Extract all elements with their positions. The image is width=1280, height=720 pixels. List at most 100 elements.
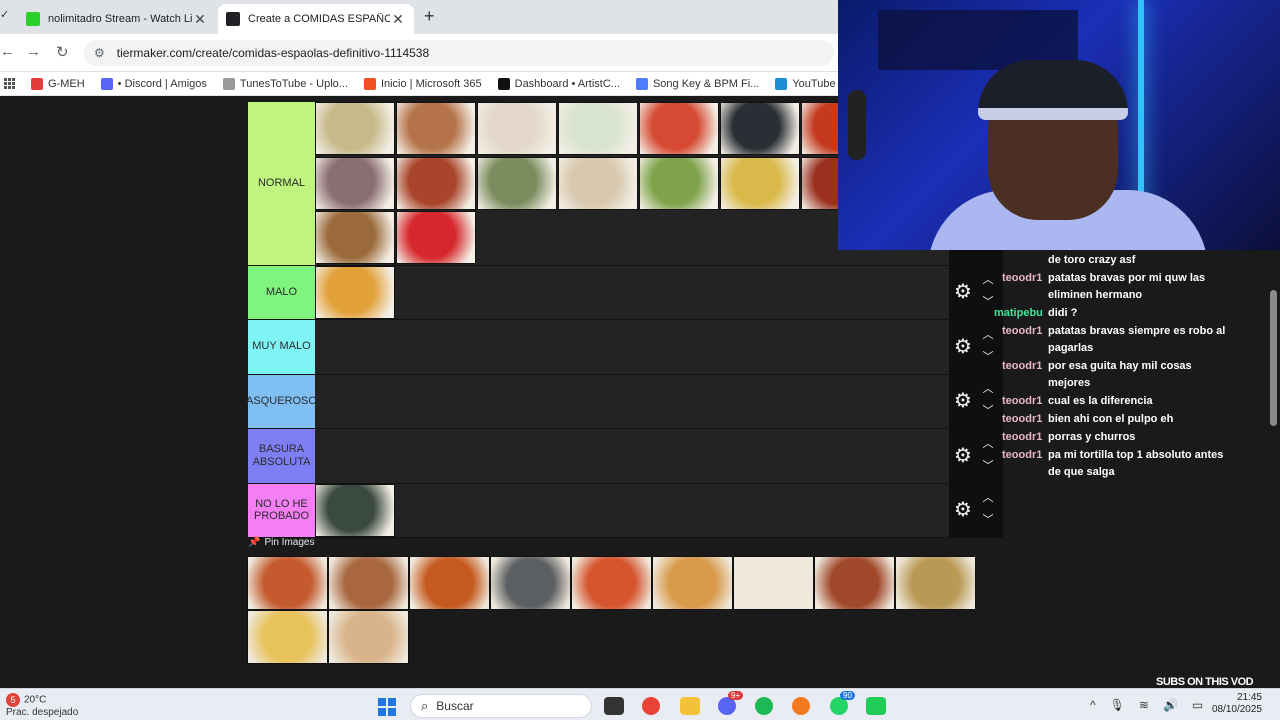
- bookmark-item[interactable]: Inicio | Microsoft 365: [363, 77, 482, 90]
- tab-tiermaker[interactable]: Create a COMIDAS ESPAÑOLAS ✕: [218, 4, 414, 34]
- pool-food-image[interactable]: [895, 556, 976, 610]
- food-image[interactable]: [396, 156, 476, 210]
- bookmark-label: Dashboard • ArtistC...: [514, 77, 620, 90]
- pool-food-image[interactable]: [814, 556, 895, 610]
- tier-label[interactable]: NORMAL: [248, 102, 315, 265]
- tier-drop-zone[interactable]: [315, 374, 949, 428]
- fl-studio-icon[interactable]: [792, 697, 810, 715]
- chat-username[interactable]: teoodr1: [1002, 323, 1042, 340]
- food-image[interactable]: [639, 156, 719, 210]
- chat-message: de toro crazy asf: [994, 252, 1244, 269]
- pin-images-label: Pin Images: [264, 537, 315, 548]
- close-tab-icon[interactable]: ✕: [390, 11, 406, 28]
- food-image[interactable]: [477, 156, 557, 210]
- windows-start-icon[interactable]: [378, 698, 396, 716]
- chevron-up-icon[interactable]: ︿: [980, 492, 996, 504]
- tier-label[interactable]: BASURA ABSOLUTA: [248, 429, 315, 483]
- tier-drop-zone[interactable]: [315, 429, 949, 483]
- gear-icon[interactable]: ⚙: [952, 336, 974, 358]
- forward-icon[interactable]: →: [26, 43, 41, 60]
- chat-username[interactable]: teoodr1: [1002, 411, 1042, 428]
- chat-username[interactable]: matipebu: [994, 305, 1043, 322]
- tab-stream[interactable]: nolimitadro Stream - Watch Liv ✕: [18, 4, 216, 34]
- food-image[interactable]: [315, 102, 395, 155]
- page-scrollbar[interactable]: [1268, 250, 1280, 688]
- gear-icon[interactable]: ⚙: [952, 445, 974, 467]
- bookmark-item[interactable]: • Discord | Amigos: [100, 77, 207, 90]
- chevron-down-icon[interactable]: ﹀: [980, 514, 996, 526]
- kick-app-icon[interactable]: [866, 697, 886, 715]
- food-image[interactable]: [558, 156, 638, 210]
- food-image[interactable]: [720, 102, 800, 155]
- pool-food-image[interactable]: [652, 556, 733, 610]
- chat-username[interactable]: teoodr1: [1002, 447, 1042, 464]
- food-image[interactable]: [639, 102, 719, 155]
- spotify-icon[interactable]: [755, 697, 773, 715]
- tier-label[interactable]: MUY MALO: [248, 320, 315, 374]
- food-image[interactable]: [315, 265, 395, 319]
- pool-food-image[interactable]: [328, 610, 409, 664]
- pool-food-image[interactable]: [247, 610, 328, 664]
- chat-username[interactable]: teoodr1: [1002, 358, 1042, 375]
- tier-label[interactable]: MALO: [248, 265, 315, 319]
- volume-icon[interactable]: 🔊: [1163, 698, 1178, 712]
- chrome-icon[interactable]: [642, 697, 660, 715]
- pool-food-image[interactable]: [247, 556, 328, 610]
- task-view-icon[interactable]: [604, 697, 624, 715]
- gear-icon[interactable]: ⚙: [952, 390, 974, 412]
- wifi-icon[interactable]: ≋: [1139, 698, 1149, 712]
- chat-message: teoodr1 cual es la diferencia: [994, 393, 1244, 410]
- food-image[interactable]: [558, 102, 638, 155]
- taskbar-search[interactable]: ⌕ Buscar: [410, 694, 592, 718]
- tier-drop-zone[interactable]: [315, 320, 949, 374]
- back-icon[interactable]: ←: [0, 43, 15, 60]
- chat-text: cual es la diferencia: [1048, 395, 1153, 407]
- close-tab-icon[interactable]: ✕: [192, 11, 208, 28]
- apps-grid-icon[interactable]: [4, 77, 15, 90]
- tier-drop-zone[interactable]: [315, 483, 949, 537]
- new-tab-icon[interactable]: +: [424, 6, 435, 27]
- pool-food-image[interactable]: [328, 556, 409, 610]
- tier-label[interactable]: NO LO HE PROBADO: [248, 483, 315, 537]
- gear-icon[interactable]: ⚙: [952, 499, 974, 521]
- tiermaker-favicon-icon: [226, 12, 240, 26]
- chat-username[interactable]: teoodr1: [1002, 393, 1042, 410]
- food-image[interactable]: [477, 102, 557, 155]
- scrollbar-thumb[interactable]: [1270, 290, 1277, 426]
- chat-username[interactable]: teoodr1: [1002, 270, 1042, 287]
- tab-scroll-icon[interactable]: ✓: [0, 8, 9, 21]
- food-image[interactable]: [396, 102, 476, 155]
- pool-food-image[interactable]: [733, 556, 814, 610]
- stream-watermark: SUBS ON THIS VOD: [1156, 676, 1254, 688]
- tray-chevron-icon[interactable]: ^: [1090, 698, 1096, 712]
- food-image[interactable]: [720, 156, 800, 210]
- clock[interactable]: 21:45 08/10/2025: [1206, 692, 1262, 716]
- bookmark-label: TunesToTube - Uplo...: [239, 77, 348, 90]
- tier-drop-zone[interactable]: [315, 265, 949, 319]
- pool-food-image[interactable]: [571, 556, 652, 610]
- food-image[interactable]: [396, 211, 476, 264]
- url-field[interactable]: ⚙ tiermaker.com/create/comidas-espaolas-…: [84, 40, 834, 66]
- bookmark-list: G-MEH • Discord | Amigos TunesToTube - Upl…: [15, 77, 891, 90]
- site-settings-icon[interactable]: ⚙: [94, 46, 105, 60]
- battery-icon[interactable]: ▭: [1192, 698, 1203, 712]
- webcam-overlay: [838, 0, 1280, 250]
- pin-images-toggle[interactable]: 📌 Pin Images: [248, 537, 314, 548]
- tier-label[interactable]: ASQUEROSO: [246, 374, 317, 428]
- gear-icon[interactable]: ⚙: [952, 281, 974, 303]
- file-explorer-icon[interactable]: [680, 697, 700, 715]
- bookmark-item[interactable]: G-MEH: [31, 77, 85, 90]
- bookmark-item[interactable]: Song Key & BPM Fi...: [635, 77, 759, 90]
- chat-message: teoodr1 patatas bravas por mi quw las eli…: [994, 270, 1244, 304]
- bookmark-item[interactable]: Dashboard • ArtistC...: [497, 77, 620, 90]
- microphone-icon[interactable]: 🎙: [1110, 698, 1125, 712]
- food-image[interactable]: [315, 483, 395, 537]
- pool-food-image[interactable]: [409, 556, 490, 610]
- weather-widget[interactable]: 5 20°C Prac. despejado: [6, 693, 78, 719]
- food-image[interactable]: [315, 156, 395, 210]
- food-image[interactable]: [315, 211, 395, 264]
- chat-username[interactable]: teoodr1: [1002, 429, 1042, 446]
- reload-icon[interactable]: ↻: [56, 43, 69, 61]
- pool-food-image[interactable]: [490, 556, 571, 610]
- bookmark-item[interactable]: TunesToTube - Uplo...: [222, 77, 348, 90]
